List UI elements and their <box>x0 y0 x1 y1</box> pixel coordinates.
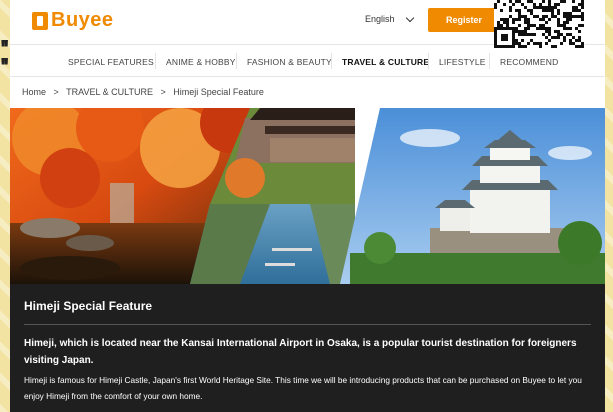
article-body: Himeji is famous for Himeji Castle, Japa… <box>24 375 582 401</box>
nav-separator <box>236 53 237 69</box>
nav-item-lifestyle[interactable]: LIFESTYLE <box>439 57 486 67</box>
web-page: Buyee English Register SPECIAL FEATURES … <box>10 0 605 412</box>
breadcrumb-separator: > <box>53 87 59 97</box>
nav-item-special-features[interactable]: SPECIAL FEATURES <box>68 57 154 67</box>
breadcrumb-separator: > <box>160 87 166 97</box>
breadcrumb-travel-culture[interactable]: TRAVEL & CULTURE <box>66 87 153 97</box>
breadcrumb-current: Himeji Special Feature <box>173 87 264 97</box>
breadcrumb-home[interactable]: Home <box>22 87 46 97</box>
himeji-castle-photo <box>340 108 605 284</box>
language-label: English <box>365 14 395 24</box>
title-divider <box>24 324 591 325</box>
nav-separator <box>489 53 490 69</box>
nav-item-fashion-beauty[interactable]: FASHION & BEAUTY <box>247 57 332 67</box>
nav-item-recommend[interactable]: RECOMMEND <box>500 57 558 67</box>
category-nav: SPECIAL FEATURES ANIME & HOBBY FASHION &… <box>10 48 605 77</box>
logo-text: Buyee <box>51 9 114 31</box>
language-selector[interactable]: English <box>365 13 414 24</box>
hero-banner-image <box>10 108 605 284</box>
article-intro: Himeji Special Feature Himeji, which is … <box>10 284 605 412</box>
nav-item-anime-hobby[interactable]: ANIME & HOBBY <box>166 57 236 67</box>
register-button[interactable]: Register <box>428 8 500 32</box>
nav-separator <box>428 53 429 69</box>
qr-code-icon <box>494 0 585 48</box>
buyee-logo[interactable]: Buyee <box>32 9 114 32</box>
site-header: Buyee English Register <box>10 0 605 48</box>
buyee-logo-icon <box>32 11 48 30</box>
article-lead: Himeji, which is located near the Kansai… <box>24 338 577 366</box>
nav-separator <box>155 53 156 69</box>
nav-separator <box>331 53 332 69</box>
nav-item-travel-culture[interactable]: TRAVEL & CULTURE <box>342 57 429 67</box>
chevron-down-icon <box>405 13 414 22</box>
breadcrumb: Home > TRAVEL & CULTURE > Himeji Special… <box>22 87 269 97</box>
article-title: Himeji Special Feature <box>24 299 153 313</box>
